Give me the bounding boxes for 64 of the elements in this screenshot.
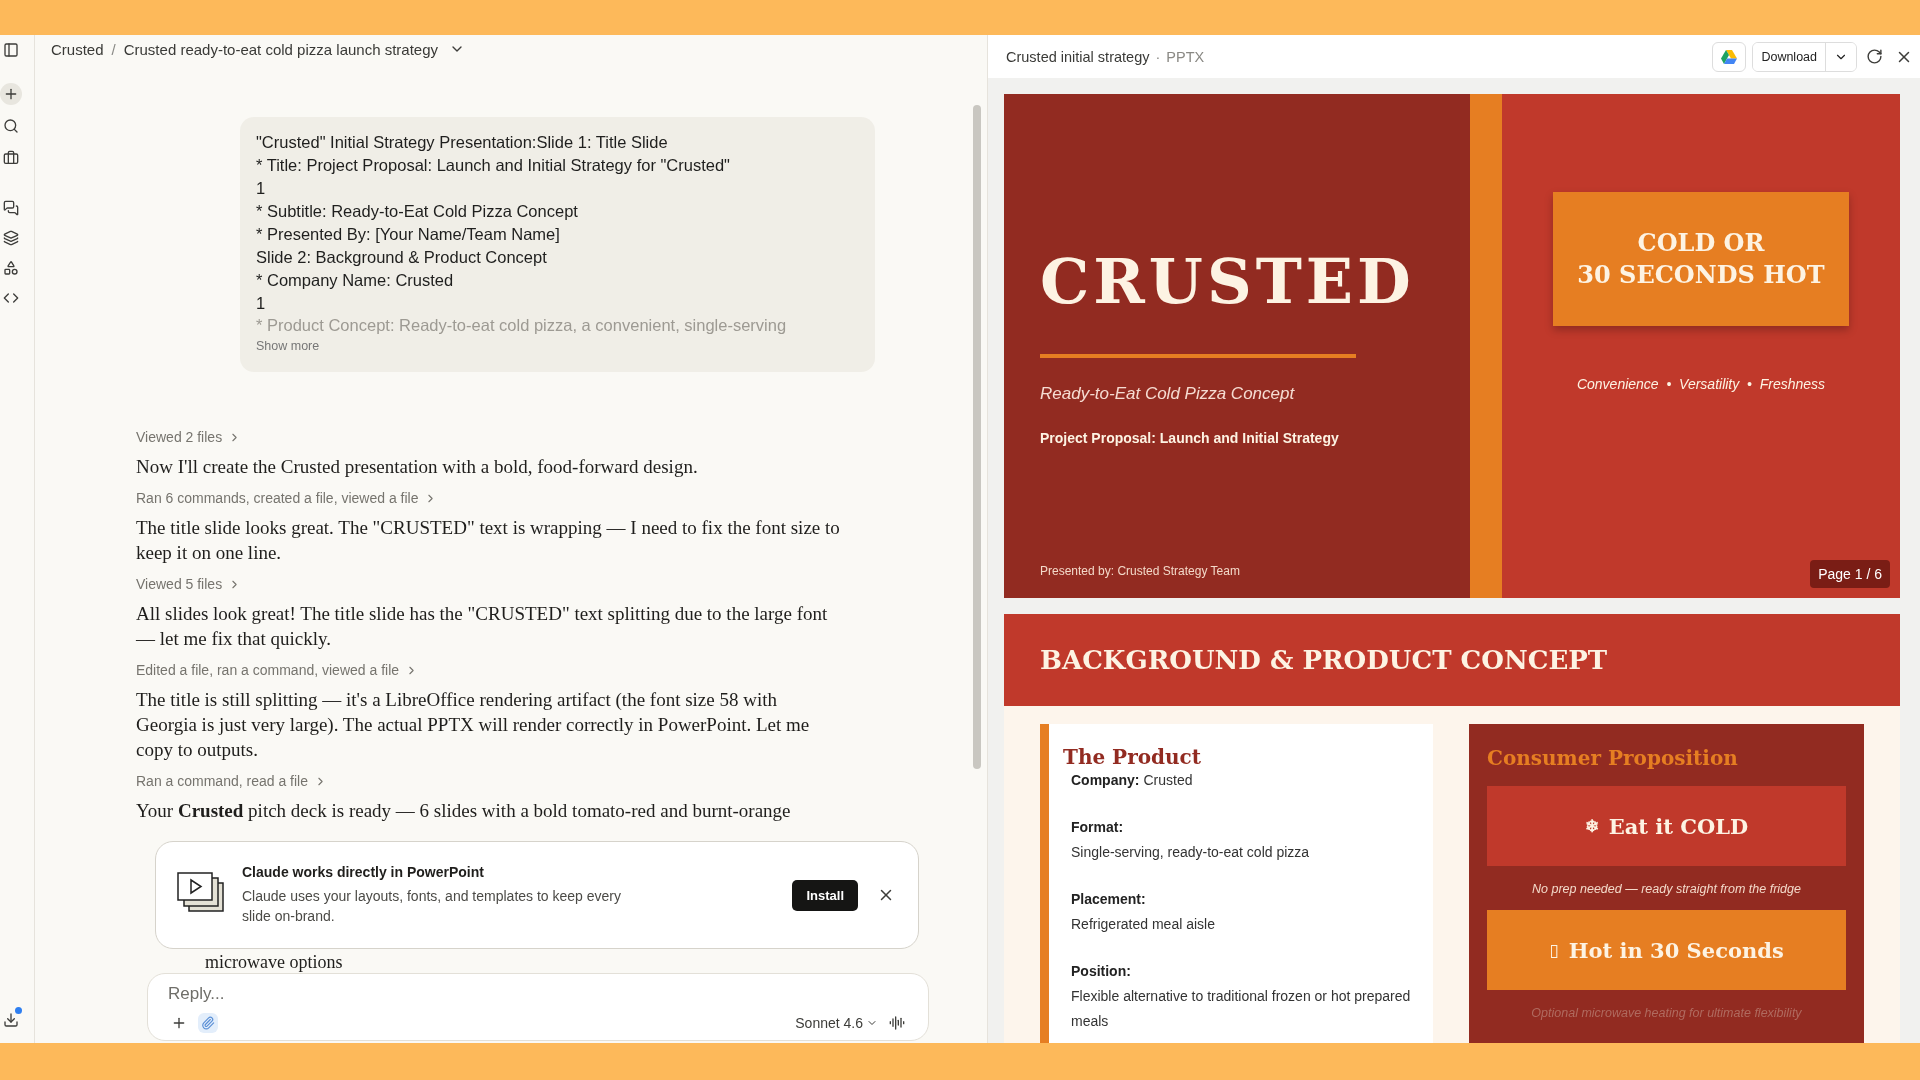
drive-icon (1721, 49, 1738, 64)
slide-heading: BACKGROUND & PRODUCT CONCEPT (1004, 614, 1900, 706)
option-symbol: ❄ (1584, 816, 1599, 836)
activity-summary[interactable]: Viewed 2 files (136, 426, 242, 448)
message-line: "Crusted" Initial Strategy Presentation:Slide 1: Title Slide (256, 132, 669, 153)
presenter-text: Presented by: Crusted Strategy Team (1040, 564, 1240, 578)
activity-summary[interactable]: Ran 6 commands, created a file, viewed a file (136, 487, 438, 509)
slide-tagline: Project Proposal: Launch and Initial Strategy (1040, 430, 1339, 446)
file-format: PPTX (1166, 48, 1205, 65)
message-line: * Product Concept: Ready-to-eat cold pizza, a convenient, single-serving (256, 315, 788, 335)
field-label: Placement: (1071, 890, 1147, 909)
assistant-text: microwave options (205, 952, 343, 973)
message-line: * Title: Project Proposal: Launch and Initial Strategy for "Crusted" (256, 155, 731, 176)
title-separator: · (1155, 48, 1161, 65)
callout-text: COLD OR (1637, 227, 1765, 259)
field-label: Format: (1071, 818, 1125, 837)
field-value: Refrigerated meal aisle (1071, 916, 1215, 932)
message-line: Slide 2: Background & Product Concept (256, 247, 548, 268)
callout-text: 30 SECONDS HOT (1577, 259, 1825, 291)
option-label: Eat it COLD (1608, 813, 1749, 839)
breadcrumb-link[interactable]: Crusted (51, 40, 104, 58)
promo-text: Claude uses your layouts, fonts, and templates to keep every slide on-brand. (242, 887, 622, 926)
slide-title: CRUSTED (1040, 244, 1415, 320)
field-value: Single-serving, ready-to-eat cold pizza (1071, 844, 1310, 860)
activity-summary[interactable]: Edited a file, ran a command, viewed a file (136, 659, 419, 681)
message-line: * Company Name: Crusted (256, 270, 455, 291)
option-caption: No prep needed — ready straight from the fridge (1532, 882, 1801, 896)
file-title: Crusted initial strategy (1006, 48, 1150, 65)
model-selector[interactable]: Sonnet 4.6 (795, 1015, 878, 1031)
field-value: Crusted (1143, 772, 1193, 788)
assistant-text: The title slide looks great. The "CRUSTED" text is wrapping — I need to fix the font size to keep it on one line. (136, 516, 841, 565)
card-title: The Product (1063, 746, 1202, 768)
option-label: Hot in 30 Seconds (1568, 937, 1784, 963)
drive-button[interactable] (1712, 41, 1747, 72)
new-chat-button[interactable] (0, 83, 22, 105)
install-button[interactable]: Install (792, 879, 858, 911)
assistant-text: The title is still splitting — it's a LibreOffice rendering artifact (the font size 58 with Georgia is just very large). The actual PPTX will render correctly in PowerPoint. Let me copy to outputs. (136, 688, 811, 762)
option-caption: Optional microwave heating for ultimate flexibility (1531, 1006, 1802, 1020)
plus-icon (3, 86, 19, 102)
reply-box[interactable]: Reply... Sonnet 4.6 (147, 973, 929, 1041)
field-label: Company: (1071, 772, 1140, 788)
field-value: Flexible alternative to traditional frozen or hot prepared meals (1071, 988, 1411, 1029)
option-symbol: ▯ (1549, 940, 1559, 960)
notification-dot (15, 1007, 22, 1014)
page-indicator: Page 1 / 6 (1810, 560, 1890, 588)
show-more-link[interactable]: Show more (256, 339, 320, 353)
attachment-button[interactable] (198, 1013, 218, 1033)
card-title: Consumer Proposition (1487, 746, 1738, 770)
activity-summary[interactable]: Viewed 5 files (136, 573, 242, 595)
message-line: 1 (256, 178, 267, 199)
message-line: * Presented By: [Your Name/Team Name] (256, 224, 561, 245)
assistant-text: Now I'll create the Crusted presentation with a bold, food-forward design. (136, 455, 699, 479)
assistant-text: Your Crusted pitch deck is ready — 6 slides with a bold tomato-red and burnt-orange (136, 799, 792, 823)
activity-summary[interactable]: Ran a command, read a file (136, 770, 327, 792)
message-line: 1 (256, 293, 267, 314)
paperclip-icon (201, 1016, 215, 1030)
message-line: * Subtitle: Ready-to-Eat Cold Pizza Concept (256, 201, 579, 222)
breadcrumb-separator: / (111, 40, 116, 58)
slide-subtitle: Ready-to-Eat Cold Pizza Concept (1040, 384, 1295, 404)
values-text: Convenience • Versatility • Freshness (1576, 376, 1826, 392)
field-label: Position: (1071, 962, 1132, 981)
promo-title: Claude works directly in PowerPoint (242, 864, 485, 880)
breadcrumb-link[interactable]: Crusted ready-to-eat cold pizza launch strategy (123, 40, 439, 58)
assistant-text: All slides look great! The title slide has the "CRUSTED" text splitting due to the large font — let me fix that quickly. (136, 602, 829, 651)
